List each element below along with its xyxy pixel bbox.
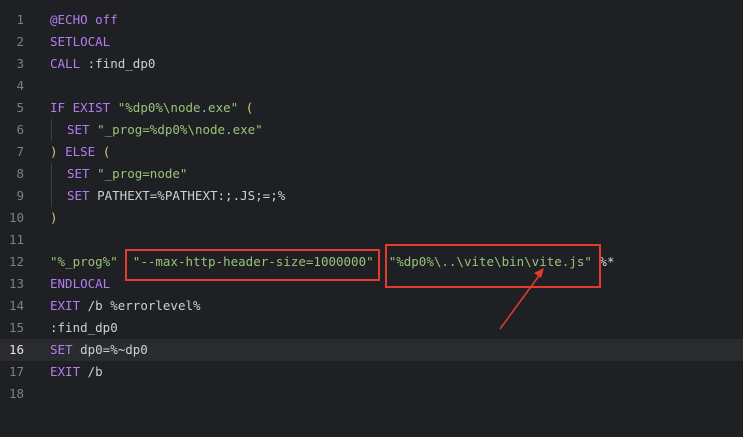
line-number: 8 [16,166,24,181]
code-line[interactable]: 18 [0,383,743,405]
code-text: SET "_prog=node" [50,163,187,185]
code-token: "--max-http-header-size=1000000" [132,254,374,269]
code-token: ( [102,144,111,159]
code-token: "%dp0%\node.exe" [117,100,239,115]
code-line[interactable]: 2 SETLOCAL [0,31,743,53]
code-token: ELSE [65,144,96,159]
line-number: 17 [8,364,24,379]
code-line[interactable]: 14 EXIT /b %errorlevel% [0,295,743,317]
code-token: "_prog=%dp0%\node.exe" [97,122,263,137]
code-line[interactable]: 7) ELSE ( [0,141,743,163]
line-number: 13 [8,276,24,291]
code-token: EXIT [50,364,81,379]
code-editor[interactable]: 1 @ECHO off 2 SETLOCAL 3 CALL :find_dp0 4 5 IF E… [0,0,743,437]
line-number: 11 [8,232,24,247]
line-number: 4 [16,78,24,93]
code-line[interactable]: 17 EXIT /b [0,361,743,383]
code-text: SET dp0=%~dp0 [50,339,148,361]
code-token: ) [50,144,58,159]
code-token: SET [50,342,73,357]
code-line[interactable]: 11 [0,229,743,251]
code-line[interactable]: 10) [0,207,743,229]
code-text: :find_dp0 [50,317,118,339]
code-line[interactable]: 1 @ECHO off [0,9,743,31]
code-text: @ECHO off [50,9,118,31]
code-text: ENDLOCAL [50,273,110,295]
code-text: IF EXIST "%dp0%\node.exe" ( [50,97,253,119]
code-token: SET [67,166,90,181]
code-text: ) [50,207,58,229]
code-text: CALL :find_dp0 [50,53,155,75]
code-token: /b [80,364,103,379]
code-token: CALL [50,56,81,71]
line-number: 7 [16,144,24,159]
code-token: IF EXIST [50,100,111,115]
code-token: %* [591,254,615,269]
line-number: 15 [8,320,24,335]
code-line[interactable]: 12 "%_prog%" "--max-http-header-size=1000… [0,251,743,273]
code-token: dp0=%~dp0 [72,342,148,357]
line-number: 3 [16,56,24,71]
code-line[interactable]: 16 SET dp0=%~dp0 [0,339,743,361]
line-number: 9 [16,188,24,203]
code-text: "%_prog%" "--max-http-header-size=100000… [50,251,614,273]
code-line[interactable]: 15 :find_dp0 [0,317,743,339]
code-token: ( [245,100,254,115]
code-line[interactable]: 6 SET "_prog=%dp0%\node.exe" [0,119,743,141]
code-token: ENDLOCAL [50,276,111,291]
code-token: SET [67,122,90,137]
code-token: EXIT [50,298,81,313]
line-number: 6 [16,122,24,137]
code-text: EXIT /b [50,361,103,383]
line-number: 16 [8,342,24,357]
indent-guide [51,163,67,185]
code-text: SET "_prog=%dp0%\node.exe" [50,119,263,141]
code-text: SET PATHEXT=%PATHEXT:;.JS;=;% [50,185,285,207]
code-line[interactable]: 3 CALL :find_dp0 [0,53,743,75]
code-line[interactable]: 5 IF EXIST "%dp0%\node.exe" ( [0,97,743,119]
code-line[interactable]: 8 SET "_prog=node" [0,163,743,185]
code-token: SETLOCAL [50,34,111,49]
indent-guide [51,119,67,141]
line-number: 1 [16,12,24,27]
line-number: 5 [16,100,24,115]
code-token: "%_prog%" [50,254,118,269]
code-line[interactable]: 9 SET PATHEXT=%PATHEXT:;.JS;=;% [0,185,743,207]
code-token: "_prog=node" [97,166,188,181]
code-token: :find_dp0 [80,56,156,71]
line-number: 18 [8,386,24,401]
code-text: EXIT /b %errorlevel% [50,295,201,317]
code-text: SETLOCAL [50,31,110,53]
code-text: ) ELSE ( [50,141,110,163]
code-token: @ECHO off [50,12,118,27]
code-token: SET [67,188,90,203]
code-token: PATHEXT=%PATHEXT:;.JS;=;% [89,188,286,203]
code-token: /b %errorlevel% [80,298,201,313]
code-token: ) [50,210,58,225]
line-number: 2 [16,34,24,49]
indent-guide [51,185,67,207]
line-number: 12 [8,254,24,269]
code-line[interactable]: 13 ENDLOCAL [0,273,743,295]
line-number: 14 [8,298,24,313]
code-token: :find_dp0 [50,320,118,335]
code-token: "%dp0%\..\vite\bin\vite.js" [388,254,592,269]
line-number: 10 [8,210,24,225]
code-line[interactable]: 4 [0,75,743,97]
